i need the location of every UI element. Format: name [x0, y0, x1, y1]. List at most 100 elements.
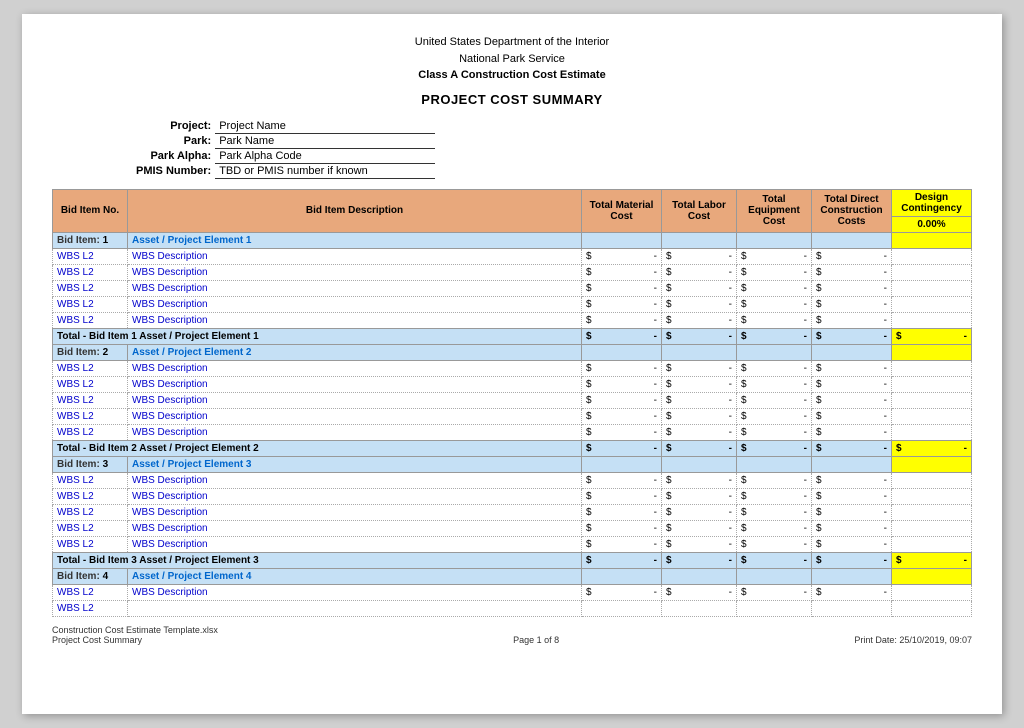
value-cell: $ -	[662, 360, 737, 376]
footer-filename: Construction Cost Estimate Template.xlsx	[52, 625, 218, 635]
dollar-sign: $	[741, 587, 747, 598]
dollar-sign: $	[666, 315, 672, 326]
value-cell: $ -	[582, 424, 662, 440]
bid-item-label: Bid Item:	[57, 235, 100, 246]
value-cell: $ -	[662, 248, 737, 264]
wbs-description: WBS Description	[132, 523, 208, 534]
value-cell: $ -	[662, 328, 737, 344]
dollar-sign: $	[816, 491, 822, 502]
value-cell: $ -	[582, 392, 662, 408]
dollar-value: -	[793, 283, 807, 294]
park-label: Park:	[132, 133, 215, 148]
dollar-sign: $	[816, 299, 822, 310]
wbs-design-cont	[892, 392, 972, 408]
dollar-sign: $	[741, 411, 747, 422]
dollar-value: -	[643, 363, 657, 374]
value-cell: $ -	[662, 440, 737, 456]
dollar-sign: $	[586, 507, 592, 518]
wbs-level-label: WBS L2	[57, 587, 94, 598]
bid-header-labor	[662, 344, 737, 360]
header-design-contingency: Design Contingency	[892, 189, 972, 216]
wbs-design-cont	[892, 248, 972, 264]
park-value: Park Name	[215, 133, 435, 148]
wbs-level-label: WBS L2	[57, 523, 94, 534]
total-row-label: Total - Bid Item 3 Asset / Project Eleme…	[53, 552, 582, 568]
dollar-value: -	[643, 587, 657, 598]
wbs-desc-cell: WBS Description	[128, 488, 582, 504]
wbs-desc-cell: WBS Description	[128, 312, 582, 328]
dollar-value: -	[643, 507, 657, 518]
dollar-sign: $	[586, 523, 592, 534]
wbs-desc-cell	[128, 600, 582, 616]
wbs-desc-cell: WBS Description	[128, 408, 582, 424]
value-cell: $ -	[582, 440, 662, 456]
value-cell: $ -	[662, 296, 737, 312]
dollar-sign: $	[586, 411, 592, 422]
value-cell: $ -	[662, 376, 737, 392]
value-cell: $ -	[582, 296, 662, 312]
wbs-description: WBS Description	[132, 587, 208, 598]
bid-header-equipment	[737, 568, 812, 584]
value-cell: $ -	[737, 328, 812, 344]
dollar-value: -	[873, 539, 887, 550]
project-info: Project: Project Name Park: Park Name Pa…	[132, 119, 972, 179]
dollar-sign: $	[741, 475, 747, 486]
wbs-description: WBS Description	[132, 475, 208, 486]
bid-item-number: 2	[103, 347, 109, 358]
dollar-sign: $	[741, 539, 747, 550]
wbs-equipment	[737, 600, 812, 616]
footer-print-date: Print Date: 25/10/2019, 09:07	[854, 635, 972, 645]
wbs-level-cell: WBS L2	[53, 536, 128, 552]
dollar-sign: $	[666, 539, 672, 550]
dollar-value: -	[643, 523, 657, 534]
dollar-sign: $	[666, 523, 672, 534]
dollar-value: -	[873, 475, 887, 486]
dollar-sign: $	[816, 427, 822, 438]
project-label: Project:	[132, 119, 215, 134]
bid-header-labor	[662, 232, 737, 248]
wbs-desc-cell: WBS Description	[128, 584, 582, 600]
dollar-sign: $	[816, 315, 822, 326]
dollar-value: -	[873, 331, 887, 342]
bid-item-label: Bid Item:	[57, 459, 100, 470]
bid-header-design-cont	[892, 232, 972, 248]
dollar-value: -	[718, 379, 732, 390]
dollar-value: -	[718, 251, 732, 262]
value-cell: $ -	[662, 520, 737, 536]
header-equipment-cost: Total Equipment Cost	[737, 189, 812, 232]
bid-header-material	[582, 456, 662, 472]
wbs-design-cont	[892, 584, 972, 600]
dollar-value: -	[793, 251, 807, 262]
value-cell: $ -	[582, 248, 662, 264]
pmis-value: TBD or PMIS number if known	[215, 163, 435, 178]
wbs-level-cell: WBS L2	[53, 248, 128, 264]
value-cell: $ -	[582, 584, 662, 600]
value-cell: $ -	[662, 584, 737, 600]
wbs-desc-cell: WBS Description	[128, 296, 582, 312]
agency-line3: Class A Construction Cost Estimate	[52, 67, 972, 84]
dollar-sign: $	[816, 587, 822, 598]
dollar-sign: $	[586, 379, 592, 390]
dollar-sign: $	[586, 555, 592, 566]
value-cell: $ -	[582, 504, 662, 520]
dollar-value: -	[873, 315, 887, 326]
dollar-sign: $	[816, 363, 822, 374]
wbs-design-cont	[892, 504, 972, 520]
bid-header-equipment	[737, 456, 812, 472]
wbs-level-cell: WBS L2	[53, 472, 128, 488]
dollar-sign: $	[666, 491, 672, 502]
dollar-value: -	[873, 491, 887, 502]
dollar-sign: $	[896, 443, 902, 454]
bid-item-label: Bid Item:	[57, 571, 100, 582]
value-cell: $ -	[662, 552, 737, 568]
dollar-sign: $	[666, 475, 672, 486]
dollar-value: -	[718, 475, 732, 486]
dollar-value: -	[793, 427, 807, 438]
value-cell: $ -	[737, 312, 812, 328]
value-cell: $ -	[812, 296, 892, 312]
dollar-value: -	[873, 427, 887, 438]
dollar-sign: $	[896, 331, 902, 342]
dollar-value: -	[643, 539, 657, 550]
wbs-level-cell: WBS L2	[53, 408, 128, 424]
dollar-sign: $	[741, 395, 747, 406]
